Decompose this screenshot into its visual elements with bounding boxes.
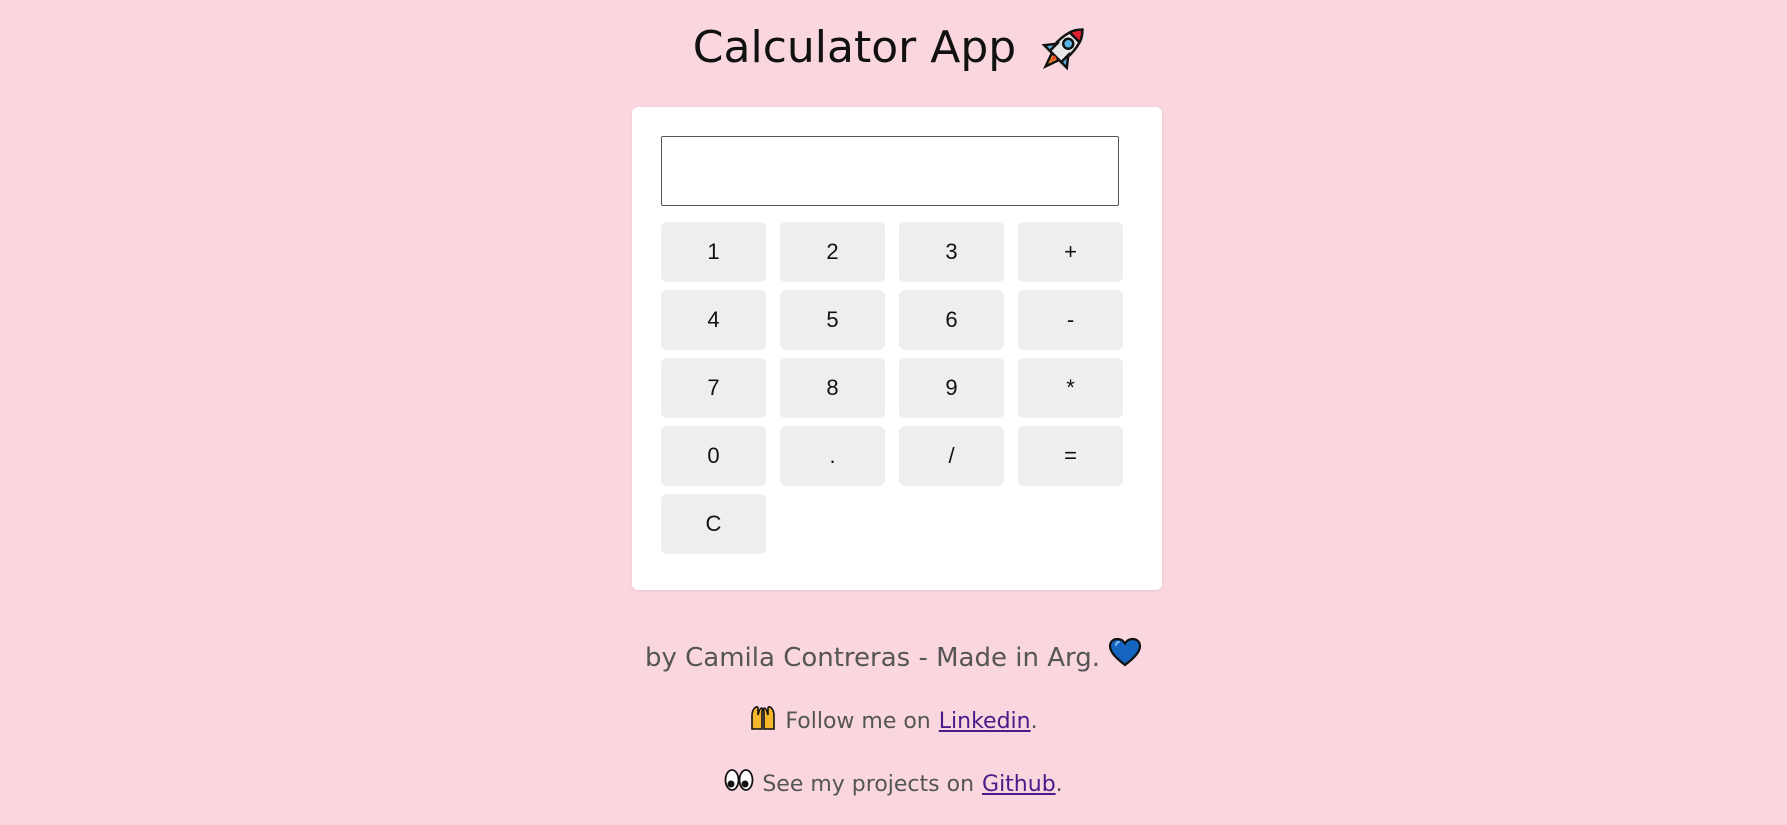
page: Calculator App 1 2 3 +4 5 6-7 8 9 * 0. / = C bbox=[0, 0, 1787, 825]
github-link[interactable]: Github bbox=[982, 772, 1056, 797]
key-7[interactable]: 7 bbox=[661, 358, 766, 418]
key-clear[interactable]: C bbox=[661, 494, 766, 554]
page-title: Calculator App bbox=[692, 22, 1017, 73]
key-minus[interactable]: - bbox=[1018, 290, 1123, 350]
key-9[interactable]: 9 bbox=[899, 358, 1004, 418]
key-4[interactable]: 4 bbox=[661, 290, 766, 350]
projects-line: See my projects on Github. bbox=[0, 767, 1787, 803]
rocket-icon bbox=[1034, 18, 1094, 78]
key-2[interactable]: 2 bbox=[780, 222, 885, 282]
key-0[interactable]: 0 bbox=[661, 426, 766, 486]
raised-hands-icon bbox=[749, 703, 777, 741]
key-plus[interactable]: + bbox=[1018, 222, 1123, 282]
follow-line: Follow me on Linkedin. bbox=[0, 703, 1787, 741]
calculator-display[interactable] bbox=[661, 136, 1119, 206]
follow-suffix: . bbox=[1030, 709, 1038, 734]
key-5[interactable]: 5 bbox=[780, 290, 885, 350]
key-1[interactable]: 1 bbox=[661, 222, 766, 282]
key-decimal[interactable]: . bbox=[780, 426, 885, 486]
keypad: 1 2 3 +4 5 6- 7 8 9 * 0. / = C bbox=[661, 222, 1123, 554]
eyes-icon bbox=[724, 767, 754, 803]
calculator-card: 1 2 3 +4 5 6- 7 8 9 * 0. / = C bbox=[632, 107, 1162, 590]
key-equals[interactable]: = bbox=[1018, 426, 1123, 486]
follow-text: Follow me on bbox=[785, 709, 931, 734]
projects-suffix: . bbox=[1055, 772, 1063, 797]
header: Calculator App bbox=[0, 14, 1787, 82]
key-8[interactable]: 8 bbox=[780, 358, 885, 418]
key-6[interactable]: 6 bbox=[899, 290, 1004, 350]
key-3[interactable]: 3 bbox=[899, 222, 1004, 282]
credit-line: by Camila Contreras - Made in Arg. bbox=[0, 637, 1787, 678]
key-multiply[interactable]: * bbox=[1018, 358, 1123, 418]
blue-heart-icon bbox=[1108, 637, 1142, 678]
linkedin-link[interactable]: Linkedin bbox=[939, 709, 1031, 734]
projects-text: See my projects on bbox=[762, 772, 975, 797]
key-divide[interactable]: / bbox=[899, 426, 1004, 486]
credit-text: by Camila Contreras - Made in Arg. bbox=[644, 642, 1101, 673]
